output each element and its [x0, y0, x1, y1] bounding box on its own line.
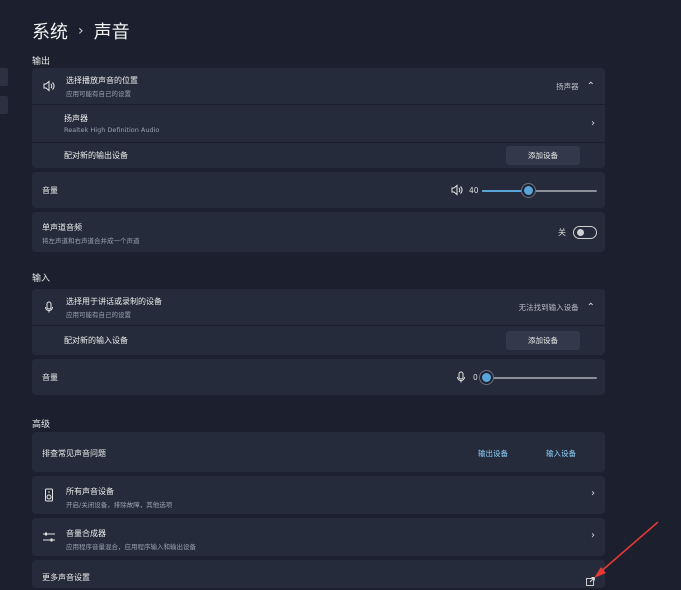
output-device-title: 选择播放声音的位置: [66, 75, 138, 85]
add-output-device-button[interactable]: 添加设备: [506, 146, 580, 165]
sound-settings-page: 系统 › 声音 输出 选择播放声音的位置 应用可能有自己的设置 扬声器 ⌃ 扬声…: [0, 0, 681, 588]
mono-audio-toggle[interactable]: [573, 226, 597, 239]
output-volume-card: 音量 40: [32, 172, 605, 208]
pair-input-label: 配对新的输入设备: [64, 336, 128, 345]
chevron-right-icon: ›: [591, 118, 595, 129]
speaker-volume-icon[interactable]: [450, 183, 464, 197]
output-volume-value: 40: [469, 186, 479, 195]
output-volume-label: 音量: [42, 186, 58, 195]
output-device-selector[interactable]: 选择播放声音的位置 应用可能有自己的设置 扬声器 ⌃: [32, 68, 605, 104]
troubleshoot-label: 排查常见声音问题: [42, 449, 106, 458]
pair-input-row: 配对新的输入设备 添加设备: [32, 326, 605, 355]
speaker-title: 扬声器: [64, 114, 88, 123]
troubleshoot-input-link[interactable]: 输入设备: [546, 448, 576, 459]
mixer-sliders-icon: [42, 530, 56, 544]
troubleshoot-output-link[interactable]: 输出设备: [478, 448, 508, 459]
nav-rail-item[interactable]: [0, 96, 8, 114]
add-input-device-button[interactable]: 添加设备: [506, 331, 580, 350]
output-device-value: 扬声器: [556, 82, 579, 91]
more-sound-settings-row[interactable]: 更多声音设置: [32, 560, 605, 588]
toggle-knob: [577, 229, 584, 236]
input-device-value: 无法找到输入设备: [518, 303, 579, 312]
input-section-label: 输入: [32, 274, 51, 284]
troubleshoot-card: 排查常见声音问题 输出设备 输入设备: [32, 432, 605, 472]
speaker-subtitle: Realtek High Definition Audio: [64, 126, 160, 134]
input-device-subtitle: 应用可能有自己的设置: [66, 310, 131, 319]
pair-output-label: 配对新的输出设备: [64, 151, 128, 160]
input-volume-value: 0: [473, 373, 478, 382]
output-section-label: 输出: [32, 57, 51, 67]
output-volume-fill: [482, 190, 528, 192]
input-volume-slider[interactable]: [486, 377, 597, 379]
breadcrumb-separator: ›: [78, 23, 84, 39]
breadcrumb-parent[interactable]: 系统: [32, 18, 68, 44]
all-sound-devices-row[interactable]: 所有声音设备 开启/关闭设备，排除故障，其他选项 ›: [32, 476, 605, 514]
more-sound-settings-label: 更多声音设置: [42, 573, 90, 582]
all-sound-devices-title: 所有声音设备: [66, 487, 114, 496]
mono-audio-subtitle: 将左声道和右声道合并成一个声道: [42, 237, 140, 245]
input-volume-card: 音量 0: [32, 359, 605, 395]
output-device-card: 选择播放声音的位置 应用可能有自己的设置 扬声器 ⌃ 扬声器 Realtek H…: [32, 68, 605, 168]
page-title: 声音: [93, 22, 130, 43]
device-speaker-icon: [42, 488, 56, 502]
pair-output-row: 配对新的输出设备 添加设备: [32, 143, 605, 168]
advanced-section-label: 高级: [32, 420, 51, 430]
breadcrumb: 系统 › 声音: [32, 18, 130, 44]
input-device-selector[interactable]: 选择用于讲话或录制的设备 应用可能有自己的设置 无法找到输入设备 ⌃: [32, 289, 605, 325]
output-device-subtitle: 应用可能有自己的设置: [66, 89, 131, 98]
speaker-device-row[interactable]: 扬声器 Realtek High Definition Audio ›: [32, 105, 605, 142]
microphone-volume-icon[interactable]: [454, 370, 468, 384]
chevron-up-icon: ⌃: [586, 81, 595, 92]
chevron-right-icon: ›: [591, 488, 595, 499]
volume-mixer-subtitle: 应用程序音量混合，应用程序输入和输出设备: [66, 543, 196, 551]
mono-audio-state: 关: [558, 228, 566, 237]
chevron-right-icon: ›: [591, 530, 595, 541]
volume-mixer-title: 音量合成器: [66, 529, 106, 538]
all-sound-devices-subtitle: 开启/关闭设备，排除故障，其他选项: [66, 501, 173, 509]
mono-audio-card: 单声道音频 将左声道和右声道合并成一个声道 关: [32, 212, 605, 252]
nav-rail-item[interactable]: [0, 68, 8, 86]
mono-audio-title: 单声道音频: [42, 223, 82, 232]
output-volume-thumb[interactable]: [523, 186, 533, 195]
open-external-icon: [586, 571, 595, 590]
input-volume-thumb[interactable]: [481, 373, 491, 382]
input-device-card: 选择用于讲话或录制的设备 应用可能有自己的设置 无法找到输入设备 ⌃ 配对新的输…: [32, 289, 605, 355]
microphone-icon: [42, 300, 56, 314]
volume-mixer-row[interactable]: 音量合成器 应用程序音量混合，应用程序输入和输出设备 ›: [32, 518, 605, 556]
speaker-icon: [42, 79, 56, 93]
nav-rail: [0, 68, 8, 124]
input-device-title: 选择用于讲话或录制的设备: [66, 296, 162, 306]
input-volume-label: 音量: [42, 373, 58, 382]
chevron-up-icon: ⌃: [586, 302, 595, 313]
